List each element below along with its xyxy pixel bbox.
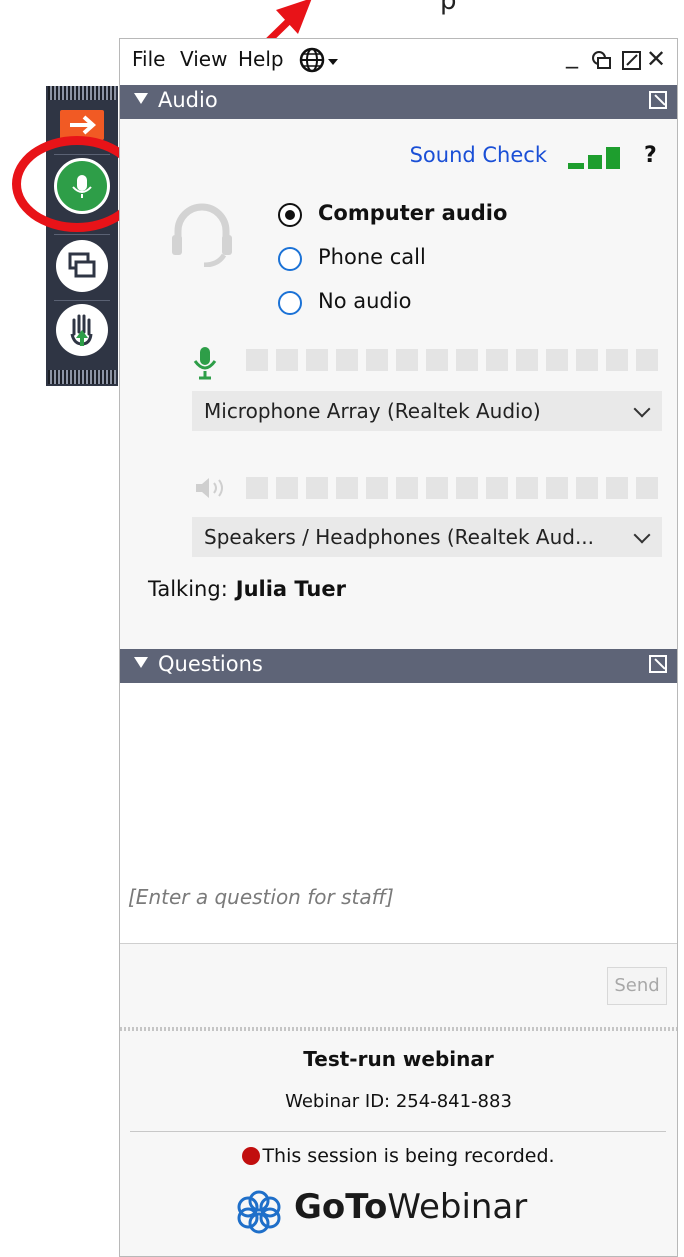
- menu-help[interactable]: Help: [238, 47, 284, 71]
- question-input[interactable]: [Enter a question for staff]: [120, 875, 677, 944]
- audio-section-title: Audio: [158, 88, 218, 112]
- microphone-device: Microphone Array (Realtek Audio): [204, 399, 541, 423]
- divider: [130, 1131, 666, 1132]
- webinar-id: Webinar ID: 254-841-883: [285, 1091, 512, 1112]
- screen-view-button[interactable]: [56, 240, 108, 292]
- recording-dot-icon: [242, 1147, 261, 1165]
- radio-button[interactable]: [278, 247, 302, 271]
- webinar-title: Test-run webinar: [303, 1047, 494, 1071]
- talking-indicator: Talking: Julia Tuer: [148, 577, 346, 601]
- window-restore-icon: [592, 51, 611, 69]
- collapse-triangle-icon: [134, 93, 148, 104]
- close-button[interactable]: ✕: [646, 45, 666, 73]
- speaker-select[interactable]: Speakers / Headphones (Realtek Aud...: [192, 517, 662, 557]
- audio-help-button[interactable]: ?: [644, 143, 657, 168]
- speaker-icon: [196, 478, 223, 498]
- raise-hand-icon: [70, 314, 93, 346]
- grab-tab-toolbar: [46, 86, 118, 386]
- radio-label: No audio: [318, 289, 412, 313]
- menu-bar: File View Help _ ✕: [120, 39, 677, 85]
- popout-button[interactable]: [620, 49, 644, 73]
- popout-icon[interactable]: [649, 655, 667, 673]
- questions-log: [120, 683, 677, 876]
- chevron-down-icon: [633, 526, 651, 544]
- send-button[interactable]: Send: [607, 967, 667, 1005]
- radio-button[interactable]: [278, 291, 302, 315]
- signal-strength-icon: [568, 147, 624, 169]
- recording-notice: This session is being recorded.: [120, 1145, 677, 1167]
- minimize-button[interactable]: _: [566, 41, 578, 69]
- chevron-down-icon: [633, 400, 651, 418]
- questions-section-header[interactable]: Questions: [120, 649, 677, 683]
- logo-bold: GoTo: [294, 1187, 388, 1227]
- speaker-device: Speakers / Headphones (Realtek Aud...: [204, 525, 595, 549]
- radio-label: Computer audio: [318, 201, 508, 225]
- language-menu[interactable]: [298, 45, 342, 75]
- radio-button[interactable]: [278, 203, 302, 227]
- recording-text: This session is being recorded.: [262, 1145, 555, 1167]
- restore-button[interactable]: [590, 49, 614, 73]
- headset-icon: [172, 203, 232, 267]
- resize-handle[interactable]: [120, 1027, 677, 1031]
- control-panel: File View Help _ ✕ Audio Sound Check ? C…: [119, 38, 678, 1257]
- divider: [54, 300, 110, 301]
- microphone-select[interactable]: Microphone Array (Realtek Audio): [192, 391, 662, 431]
- menu-file[interactable]: File: [132, 47, 165, 71]
- talking-label: Talking:: [148, 577, 228, 601]
- gotowebinar-flower-icon: [237, 1190, 281, 1234]
- screen-share-icon: [68, 252, 96, 278]
- gotowebinar-logo: GoToWebinar: [236, 1187, 566, 1235]
- popout-icon: [622, 51, 641, 70]
- question-placeholder: [Enter a question for staff]: [128, 885, 394, 909]
- popout-icon[interactable]: [649, 91, 667, 109]
- radio-label: Phone call: [318, 245, 426, 269]
- logo-wordmark: GoToWebinar: [294, 1187, 527, 1227]
- raise-hand-button[interactable]: [56, 304, 108, 356]
- questions-section-title: Questions: [158, 652, 263, 676]
- talking-name: Julia Tuer: [235, 577, 346, 601]
- menu-view[interactable]: View: [180, 47, 227, 71]
- sound-check-link[interactable]: Sound Check: [410, 143, 547, 167]
- globe-icon: [299, 47, 338, 73]
- grab-tab-grip-top[interactable]: [48, 86, 116, 100]
- divider: [54, 234, 110, 235]
- grab-tab-grip-bottom[interactable]: [48, 370, 116, 384]
- cropped-top-text: p: [440, 0, 457, 16]
- collapse-triangle-icon: [134, 657, 148, 668]
- audio-section-header[interactable]: Audio: [120, 85, 677, 119]
- logo-regular: Webinar: [387, 1187, 528, 1227]
- microphone-icon: [193, 347, 217, 380]
